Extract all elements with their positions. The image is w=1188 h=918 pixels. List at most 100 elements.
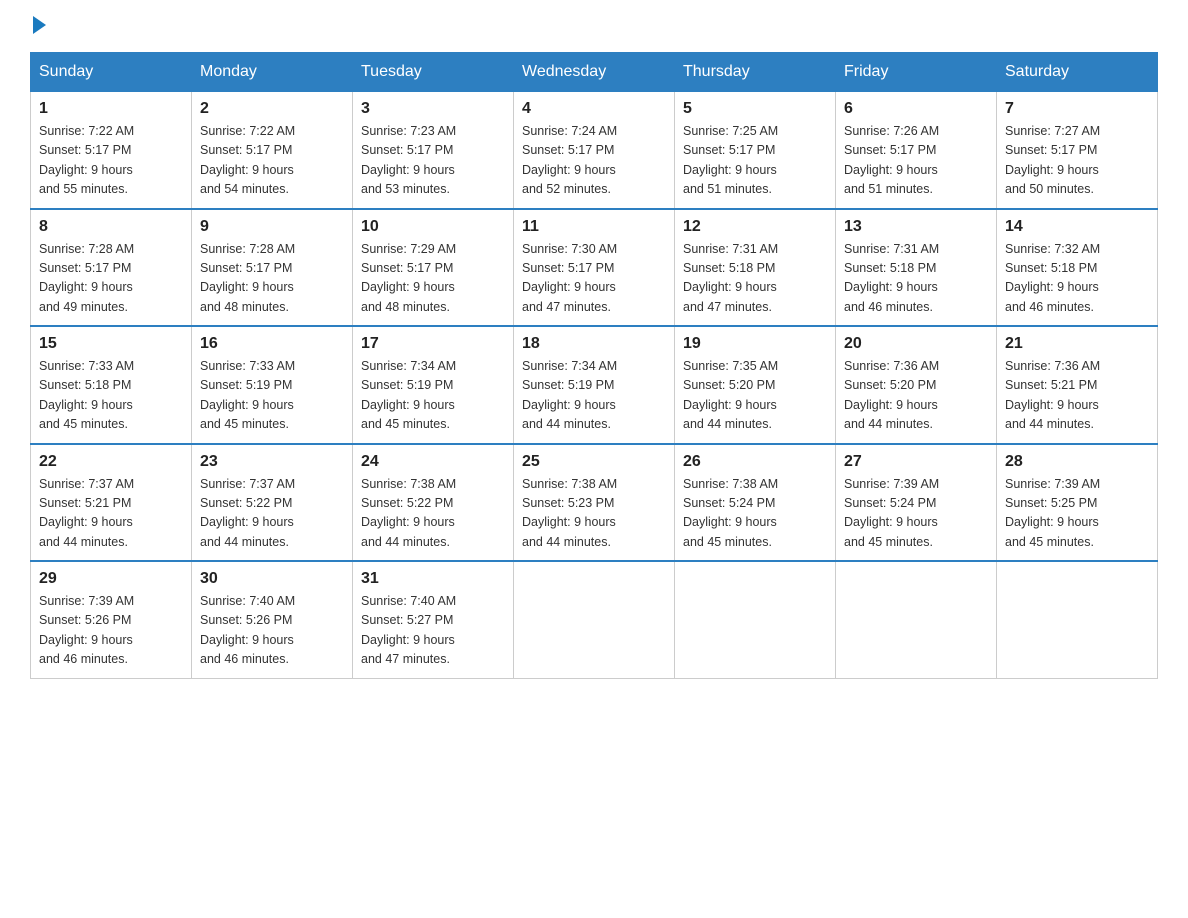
header-sunday: Sunday (31, 53, 192, 92)
day-info: Sunrise: 7:39 AMSunset: 5:24 PMDaylight:… (844, 475, 988, 553)
calendar-cell: 8 Sunrise: 7:28 AMSunset: 5:17 PMDaylight… (31, 209, 192, 327)
calendar-cell (675, 561, 836, 678)
day-info: Sunrise: 7:38 AMSunset: 5:23 PMDaylight:… (522, 475, 666, 553)
day-number: 23 (200, 453, 344, 471)
day-info: Sunrise: 7:33 AMSunset: 5:18 PMDaylight:… (39, 357, 183, 435)
calendar-week-4: 22 Sunrise: 7:37 AMSunset: 5:21 PMDayligh… (31, 444, 1158, 562)
header-thursday: Thursday (675, 53, 836, 92)
calendar-cell: 4Sunrise: 7:24 AMSunset: 5:17 PMDaylight… (514, 92, 675, 209)
calendar-cell: 7 Sunrise: 7:27 AMSunset: 5:17 PMDaylight… (997, 92, 1158, 209)
day-number: 28 (1005, 453, 1149, 471)
calendar-week-3: 15Sunrise: 7:33 AMSunset: 5:18 PMDayligh… (31, 326, 1158, 444)
day-number: 2 (200, 100, 344, 118)
day-info: Sunrise: 7:27 AMSunset: 5:17 PMDaylight:… (1005, 122, 1149, 200)
calendar-cell: 27 Sunrise: 7:39 AMSunset: 5:24 PMDayligh… (836, 444, 997, 562)
day-info: Sunrise: 7:31 AMSunset: 5:18 PMDaylight:… (844, 240, 988, 318)
day-info: Sunrise: 7:29 AMSunset: 5:17 PMDaylight:… (361, 240, 505, 318)
day-info: Sunrise: 7:38 AMSunset: 5:24 PMDaylight:… (683, 475, 827, 553)
calendar-cell: 19Sunrise: 7:35 AMSunset: 5:20 PMDayligh… (675, 326, 836, 444)
day-info: Sunrise: 7:33 AMSunset: 5:19 PMDaylight:… (200, 357, 344, 435)
day-info: Sunrise: 7:36 AMSunset: 5:20 PMDaylight:… (844, 357, 988, 435)
day-number: 17 (361, 335, 505, 353)
calendar-cell (514, 561, 675, 678)
day-number: 7 (1005, 100, 1149, 118)
header-friday: Friday (836, 53, 997, 92)
calendar-week-1: 1Sunrise: 7:22 AMSunset: 5:17 PMDaylight… (31, 92, 1158, 209)
day-number: 21 (1005, 335, 1149, 353)
calendar-cell: 25 Sunrise: 7:38 AMSunset: 5:23 PMDayligh… (514, 444, 675, 562)
header-tuesday: Tuesday (353, 53, 514, 92)
calendar-cell: 20 Sunrise: 7:36 AMSunset: 5:20 PMDayligh… (836, 326, 997, 444)
calendar-table: SundayMondayTuesdayWednesdayThursdayFrid… (30, 52, 1158, 679)
day-number: 6 (844, 100, 988, 118)
day-info: Sunrise: 7:25 AMSunset: 5:17 PMDaylight:… (683, 122, 827, 200)
day-number: 25 (522, 453, 666, 471)
day-info: Sunrise: 7:35 AMSunset: 5:20 PMDaylight:… (683, 357, 827, 435)
day-info: Sunrise: 7:24 AMSunset: 5:17 PMDaylight:… (522, 122, 666, 200)
day-number: 16 (200, 335, 344, 353)
header-wednesday: Wednesday (514, 53, 675, 92)
calendar-cell: 31Sunrise: 7:40 AMSunset: 5:27 PMDayligh… (353, 561, 514, 678)
calendar-cell: 29Sunrise: 7:39 AMSunset: 5:26 PMDayligh… (31, 561, 192, 678)
calendar-cell: 24 Sunrise: 7:38 AMSunset: 5:22 PMDayligh… (353, 444, 514, 562)
day-info: Sunrise: 7:22 AMSunset: 5:17 PMDaylight:… (39, 122, 183, 200)
day-number: 31 (361, 570, 505, 588)
calendar-cell: 10 Sunrise: 7:29 AMSunset: 5:17 PMDayligh… (353, 209, 514, 327)
day-info: Sunrise: 7:37 AMSunset: 5:21 PMDaylight:… (39, 475, 183, 553)
day-info: Sunrise: 7:32 AMSunset: 5:18 PMDaylight:… (1005, 240, 1149, 318)
day-info: Sunrise: 7:28 AMSunset: 5:17 PMDaylight:… (200, 240, 344, 318)
calendar-cell (836, 561, 997, 678)
calendar-cell: 12Sunrise: 7:31 AMSunset: 5:18 PMDayligh… (675, 209, 836, 327)
logo (30, 20, 46, 34)
calendar-cell: 3 Sunrise: 7:23 AMSunset: 5:17 PMDaylight… (353, 92, 514, 209)
day-number: 26 (683, 453, 827, 471)
calendar-cell: 1Sunrise: 7:22 AMSunset: 5:17 PMDaylight… (31, 92, 192, 209)
day-number: 22 (39, 453, 183, 471)
calendar-cell: 22 Sunrise: 7:37 AMSunset: 5:21 PMDayligh… (31, 444, 192, 562)
calendar-cell: 5 Sunrise: 7:25 AMSunset: 5:17 PMDaylight… (675, 92, 836, 209)
calendar-cell: 17 Sunrise: 7:34 AMSunset: 5:19 PMDayligh… (353, 326, 514, 444)
day-info: Sunrise: 7:39 AMSunset: 5:25 PMDaylight:… (1005, 475, 1149, 553)
day-number: 18 (522, 335, 666, 353)
day-number: 27 (844, 453, 988, 471)
calendar-cell: 16 Sunrise: 7:33 AMSunset: 5:19 PMDayligh… (192, 326, 353, 444)
calendar-week-5: 29Sunrise: 7:39 AMSunset: 5:26 PMDayligh… (31, 561, 1158, 678)
day-info: Sunrise: 7:34 AMSunset: 5:19 PMDaylight:… (361, 357, 505, 435)
calendar-week-2: 8 Sunrise: 7:28 AMSunset: 5:17 PMDaylight… (31, 209, 1158, 327)
day-info: Sunrise: 7:36 AMSunset: 5:21 PMDaylight:… (1005, 357, 1149, 435)
page-header (30, 20, 1158, 34)
day-number: 20 (844, 335, 988, 353)
day-info: Sunrise: 7:30 AMSunset: 5:17 PMDaylight:… (522, 240, 666, 318)
calendar-cell: 18Sunrise: 7:34 AMSunset: 5:19 PMDayligh… (514, 326, 675, 444)
day-info: Sunrise: 7:39 AMSunset: 5:26 PMDaylight:… (39, 592, 183, 670)
day-info: Sunrise: 7:38 AMSunset: 5:22 PMDaylight:… (361, 475, 505, 553)
calendar-cell: 30 Sunrise: 7:40 AMSunset: 5:26 PMDayligh… (192, 561, 353, 678)
logo-triangle-icon (33, 16, 46, 34)
calendar-cell: 13 Sunrise: 7:31 AMSunset: 5:18 PMDayligh… (836, 209, 997, 327)
calendar-cell: 21 Sunrise: 7:36 AMSunset: 5:21 PMDayligh… (997, 326, 1158, 444)
day-info: Sunrise: 7:31 AMSunset: 5:18 PMDaylight:… (683, 240, 827, 318)
calendar-cell: 28 Sunrise: 7:39 AMSunset: 5:25 PMDayligh… (997, 444, 1158, 562)
calendar-header-row: SundayMondayTuesdayWednesdayThursdayFrid… (31, 53, 1158, 92)
day-number: 5 (683, 100, 827, 118)
day-info: Sunrise: 7:26 AMSunset: 5:17 PMDaylight:… (844, 122, 988, 200)
calendar-cell: 14Sunrise: 7:32 AMSunset: 5:18 PMDayligh… (997, 209, 1158, 327)
calendar-cell: 2 Sunrise: 7:22 AMSunset: 5:17 PMDaylight… (192, 92, 353, 209)
day-number: 11 (522, 218, 666, 236)
day-number: 3 (361, 100, 505, 118)
calendar-cell: 23Sunrise: 7:37 AMSunset: 5:22 PMDayligh… (192, 444, 353, 562)
day-info: Sunrise: 7:22 AMSunset: 5:17 PMDaylight:… (200, 122, 344, 200)
day-number: 10 (361, 218, 505, 236)
calendar-cell (997, 561, 1158, 678)
calendar-cell: 6 Sunrise: 7:26 AMSunset: 5:17 PMDaylight… (836, 92, 997, 209)
day-info: Sunrise: 7:28 AMSunset: 5:17 PMDaylight:… (39, 240, 183, 318)
calendar-cell: 15Sunrise: 7:33 AMSunset: 5:18 PMDayligh… (31, 326, 192, 444)
day-number: 13 (844, 218, 988, 236)
day-info: Sunrise: 7:40 AMSunset: 5:26 PMDaylight:… (200, 592, 344, 670)
header-saturday: Saturday (997, 53, 1158, 92)
day-number: 8 (39, 218, 183, 236)
day-info: Sunrise: 7:23 AMSunset: 5:17 PMDaylight:… (361, 122, 505, 200)
day-number: 24 (361, 453, 505, 471)
day-number: 9 (200, 218, 344, 236)
day-number: 30 (200, 570, 344, 588)
